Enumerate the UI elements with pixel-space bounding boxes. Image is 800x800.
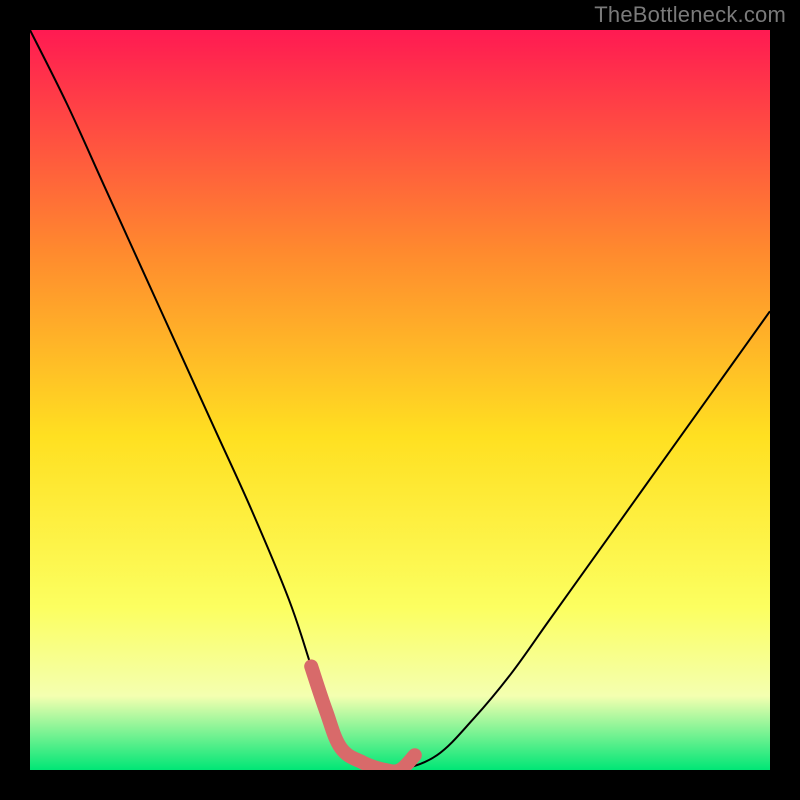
bottleneck-chart — [30, 30, 770, 770]
plot-area — [30, 30, 770, 770]
watermark-text: TheBottleneck.com — [594, 2, 786, 28]
gradient-background — [30, 30, 770, 770]
chart-frame: TheBottleneck.com — [0, 0, 800, 800]
